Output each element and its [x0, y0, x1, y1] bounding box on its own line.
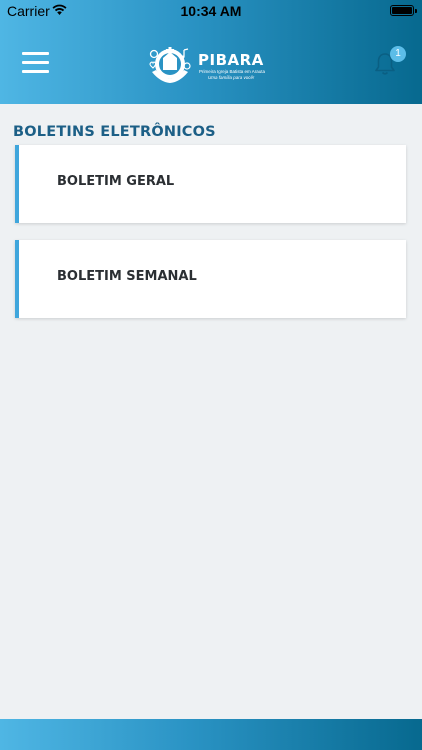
- logo-tagline: Uma família para você!: [208, 75, 255, 80]
- church-emblem-icon: [149, 47, 191, 83]
- status-bar: Carrier 10:34 AM: [0, 0, 422, 22]
- bulletin-card-weekly[interactable]: BOLETIM SEMANAL: [15, 240, 406, 318]
- notification-badge: 1: [390, 46, 406, 62]
- pibara-logo: PIBARA Primeira Igreja Batista em Arauta…: [146, 42, 268, 88]
- bulletin-card-label: BOLETIM SEMANAL: [57, 269, 197, 284]
- page-title: BOLETINS ELETRÔNICOS: [13, 124, 216, 140]
- bulletin-card-general[interactable]: BOLETIM GERAL: [15, 145, 406, 223]
- bulletin-card-label: BOLETIM GERAL: [57, 174, 175, 189]
- logo-name: PIBARA: [198, 51, 264, 69]
- battery-icon: [390, 5, 417, 16]
- hamburger-menu-icon[interactable]: [22, 50, 49, 74]
- app-header: Carrier 10:34 AM PIBARA Primeira Igreja …: [0, 0, 422, 104]
- app-footer-bar: [0, 719, 422, 750]
- logo-subtitle: Primeira Igreja Batista em Arauta: [199, 69, 266, 74]
- status-time: 10:34 AM: [180, 3, 242, 19]
